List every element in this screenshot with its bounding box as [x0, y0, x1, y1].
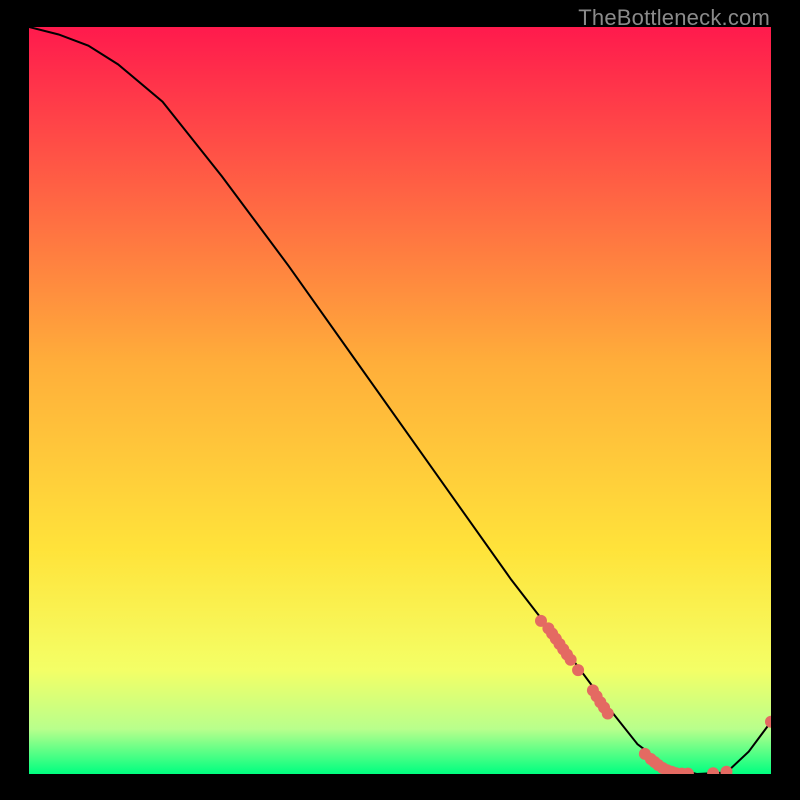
chart-container: TheBottleneck.com	[0, 0, 800, 800]
marker-cluster-a	[572, 664, 584, 676]
bottleneck-chart	[29, 27, 771, 774]
marker-cluster-b	[602, 707, 614, 719]
marker-cluster-a	[565, 654, 577, 666]
plot-background	[29, 27, 771, 774]
